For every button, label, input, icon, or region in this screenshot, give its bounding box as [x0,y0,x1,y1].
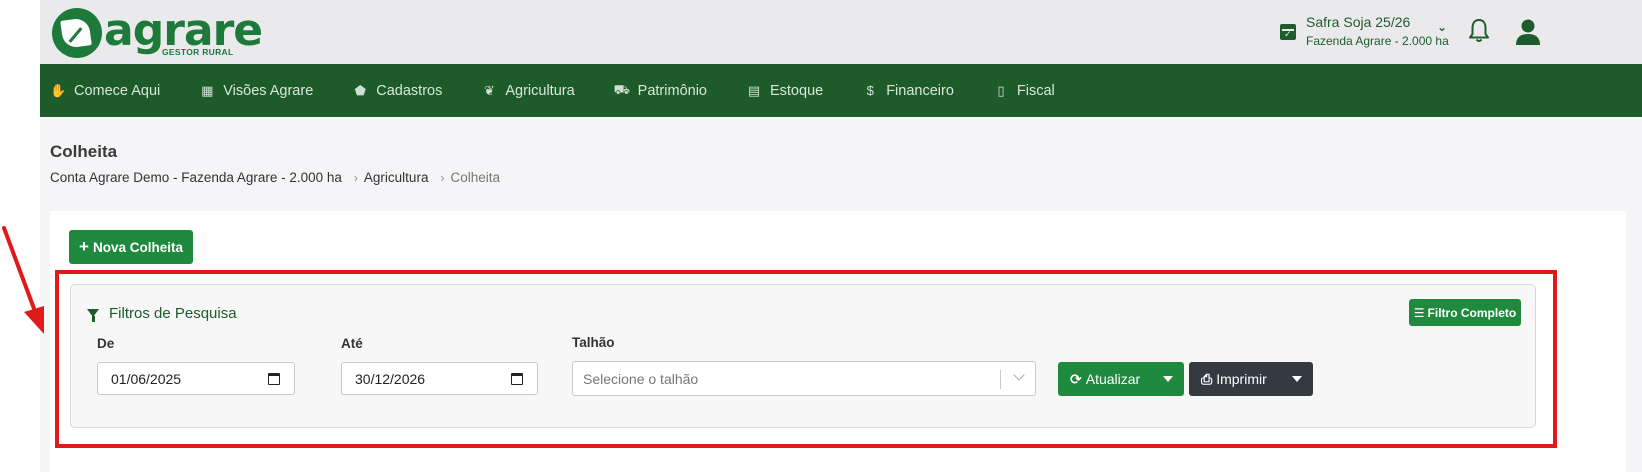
agrare-logo[interactable]: agrare GESTOR RURAL [52,6,263,60]
filtro-completo-button[interactable]: ☰ Filtro Completo [1409,299,1521,326]
printer-icon: ⎙ [1201,370,1213,387]
nova-colheita-button[interactable]: + Nova Colheita [69,230,193,264]
refresh-icon: ⟳ [1070,370,1082,387]
boxes-icon: ▤ [747,82,761,98]
imprimir-split-button: ⎙ Imprimir [1189,362,1313,396]
nav-estoque[interactable]: ▤ Estoque [746,64,823,117]
nav-patrimonio[interactable]: ⛟ Patrimônio [614,64,707,117]
breadcrumb-account[interactable]: Conta Agrare Demo - Fazenda Agrare - 2.0… [50,170,342,185]
search-filters-panel: Filtros de Pesquisa ☰ Filtro Completo De… [70,284,1536,428]
talhao-select[interactable]: Selecione o talhão [572,361,1036,396]
top-header: agrare GESTOR RURAL Safra Soja 25/26 Faz… [40,0,1642,67]
calendar-icon[interactable] [268,373,280,385]
tractor-icon: ⛟ [613,81,631,97]
annotation-arrow-icon [2,226,44,334]
nav-comece-aqui[interactable]: ✋ Comece Aqui [50,64,160,117]
leaf-icon: ❦ [483,82,495,98]
safra-selector[interactable]: Safra Soja 25/26 Fazenda Agrare - 2.000 … [1280,12,1480,54]
content-card: + Nova Colheita Filtros de Pesquisa ☰ Fi… [50,211,1626,472]
caret-down-icon [1292,376,1302,382]
de-label: De [97,336,115,351]
page-title: Colheita [50,142,118,161]
breadcrumb-current: Colheita [450,170,500,185]
dashboard-icon: ▦ [201,82,214,98]
handshake-icon: ✋ [50,82,67,98]
plus-icon: + [79,237,89,256]
main-nav: ✋ Comece Aqui ▦ Visões Agrare ⬟ Cadastro… [40,64,1642,117]
imprimir-dropdown-toggle[interactable] [1281,362,1313,396]
nav-agricultura[interactable]: ❦ Agricultura [481,64,575,117]
calendar-check-icon [1280,24,1296,40]
chevron-down-icon[interactable] [1013,369,1025,381]
ate-label: Até [341,336,363,351]
safra-title: Safra Soja 25/26 [1306,14,1411,30]
ate-date-input[interactable]: 30/12/2026 [341,362,538,395]
logo-subtitle: GESTOR RURAL [162,47,234,58]
hand-money-icon: $ [866,83,874,98]
breadcrumb-agricultura[interactable]: Agricultura [364,170,429,185]
bell-icon[interactable] [1468,18,1490,44]
atualizar-dropdown-toggle[interactable] [1152,362,1184,396]
user-avatar-icon[interactable] [1514,18,1542,46]
leaf-logo-icon [52,8,102,58]
nav-fiscal[interactable]: ▯ Fiscal [993,64,1054,117]
sliders-icon: ☰ [1413,305,1425,320]
file-invoice-icon: ▯ [997,82,1005,98]
safra-farm: Fazenda Agrare - 2.000 ha [1306,34,1449,48]
nav-visoes-agrare[interactable]: ▦ Visões Agrare [199,64,313,117]
app-window: agrare GESTOR RURAL Safra Soja 25/26 Faz… [40,0,1642,472]
chevron-right-icon: › [353,170,358,185]
chevron-right-icon: › [440,170,445,185]
chevron-down-icon[interactable]: ⌄ [1437,20,1447,34]
nav-financeiro[interactable]: $ Financeiro [862,64,954,117]
de-date-input[interactable]: 01/06/2025 [97,362,295,395]
talhao-label: Talhão [572,335,615,350]
filter-funnel-icon [87,308,99,322]
atualizar-split-button: ⟳ Atualizar [1058,362,1184,396]
calendar-icon[interactable] [511,373,523,385]
filters-title: Filtros de Pesquisa [109,305,237,322]
tag-icon: ⬟ [354,82,366,98]
nav-cadastros[interactable]: ⬟ Cadastros [352,64,443,117]
breadcrumb: Conta Agrare Demo - Fazenda Agrare - 2.0… [50,170,500,185]
caret-down-icon [1163,376,1173,382]
imprimir-button[interactable]: ⎙ Imprimir [1189,362,1267,396]
atualizar-button[interactable]: ⟳ Atualizar [1058,362,1140,396]
